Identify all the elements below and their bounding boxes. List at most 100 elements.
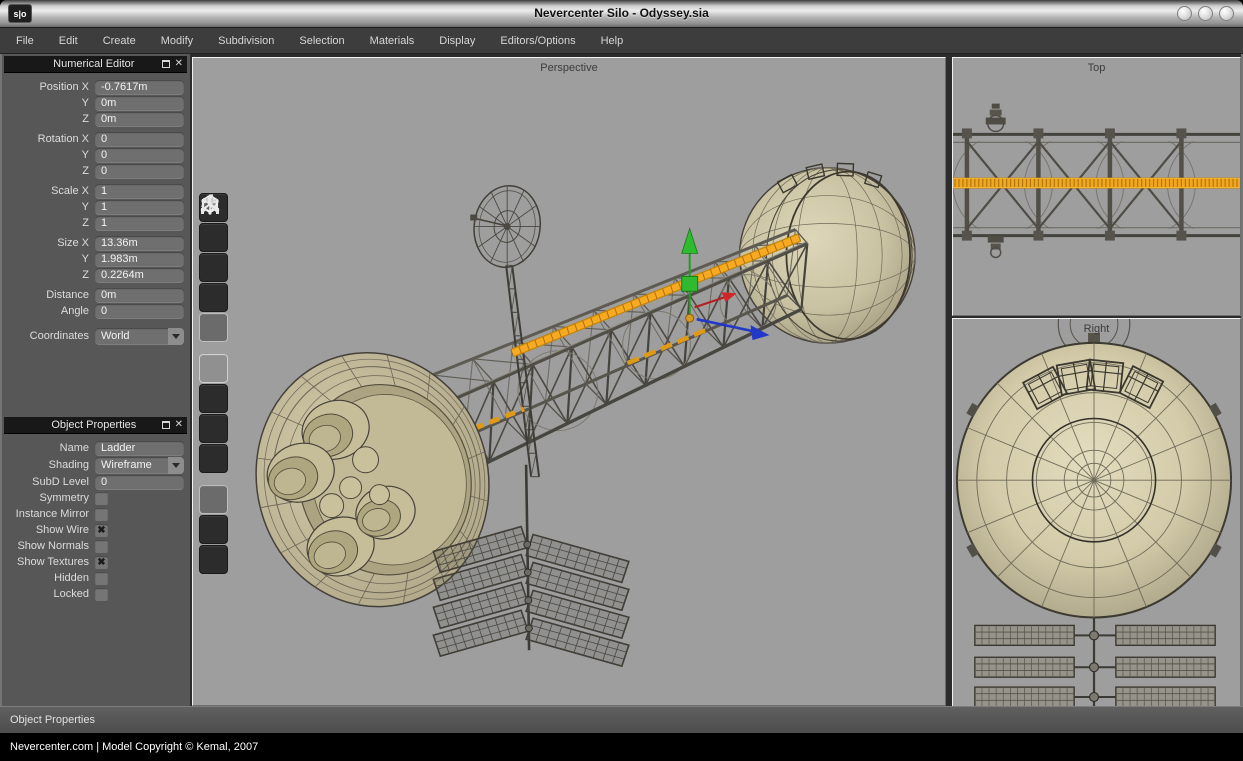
- window-button-3[interactable]: [1219, 6, 1234, 21]
- menu-selection[interactable]: Selection: [290, 28, 353, 54]
- viewport-label: Top: [953, 62, 1240, 74]
- status-bar: Object Properties: [0, 706, 1243, 733]
- field-label: Z: [4, 217, 89, 229]
- field-label: Y: [4, 201, 89, 213]
- panel-title: Numerical Editor: [26, 58, 162, 70]
- numerical-editor-header: Numerical Editor ✕: [4, 56, 187, 73]
- window-controls: [1177, 6, 1234, 21]
- field-label: Y: [4, 97, 89, 109]
- footer-text: Nevercenter.com | Model Copyright © Kema…: [10, 741, 258, 753]
- top-canvas[interactable]: [953, 58, 1240, 315]
- field-label: Instance Mirror: [4, 508, 89, 520]
- window-titlebar: s|o Nevercenter Silo - Odyssey.sia: [0, 0, 1243, 28]
- lasso-icon: [199, 193, 228, 586]
- rotation-x-field[interactable]: 0: [95, 132, 184, 147]
- field-label: Y: [4, 149, 89, 161]
- menu-help[interactable]: Help: [592, 28, 633, 54]
- field-label: Size X: [4, 237, 89, 249]
- position-z-field[interactable]: 0m: [95, 112, 184, 127]
- perspective-canvas[interactable]: [193, 58, 945, 705]
- top-viewport[interactable]: Top: [952, 57, 1241, 316]
- size-y-field[interactable]: 1.983m: [95, 252, 184, 267]
- left-panel-column: Numerical Editor ✕ Position X-0.7617m Y0…: [2, 54, 190, 706]
- position-x-field[interactable]: -0.7617m: [95, 80, 184, 95]
- distance-field[interactable]: 0m: [95, 288, 184, 303]
- field-label: Show Wire: [4, 524, 89, 536]
- panel-maximize-icon[interactable]: [162, 60, 170, 68]
- field-label: SubD Level: [4, 476, 89, 488]
- dropdown-button[interactable]: [168, 457, 184, 474]
- scale-y-field[interactable]: 1: [95, 200, 184, 215]
- show-textures-checkbox[interactable]: ✖: [95, 556, 108, 569]
- coordinates-dropdown[interactable]: World: [95, 328, 184, 345]
- right-canvas[interactable]: [953, 319, 1240, 706]
- show-normals-checkbox[interactable]: [95, 540, 108, 553]
- dish-antenna: [469, 181, 546, 476]
- window-button-2[interactable]: [1198, 6, 1213, 21]
- field-label: Angle: [4, 305, 89, 317]
- name-field[interactable]: Ladder: [95, 441, 184, 456]
- position-y-field[interactable]: 0m: [95, 96, 184, 111]
- field-label: Distance: [4, 289, 89, 301]
- perspective-viewport[interactable]: Perspective: [192, 57, 946, 706]
- menu-create[interactable]: Create: [94, 28, 145, 54]
- menu-bar: File Edit Create Modify Subdivision Sele…: [0, 28, 1243, 54]
- window-title: Nevercenter Silo - Odyssey.sia: [0, 6, 1243, 20]
- size-x-field[interactable]: 13.36m: [95, 236, 184, 251]
- field-label: Show Normals: [4, 540, 89, 552]
- scale-z-field[interactable]: 1: [95, 216, 184, 231]
- menu-editors-options[interactable]: Editors/Options: [491, 28, 584, 54]
- show-wire-checkbox[interactable]: ✖: [95, 524, 108, 537]
- locked-checkbox[interactable]: [95, 588, 108, 601]
- panel-close-icon[interactable]: ✕: [175, 59, 183, 69]
- menu-subdivision[interactable]: Subdivision: [209, 28, 283, 54]
- menu-file[interactable]: File: [7, 28, 43, 54]
- symmetry-checkbox[interactable]: [95, 492, 108, 505]
- field-label: Z: [4, 113, 89, 125]
- field-label: Show Textures: [4, 556, 89, 568]
- truss-bracing: [953, 128, 1240, 240]
- size-z-field[interactable]: 0.2264m: [95, 268, 184, 283]
- chevron-down-icon: [172, 334, 180, 339]
- field-label: Coordinates: [4, 330, 89, 342]
- viewport-label: Right: [953, 323, 1240, 335]
- menu-modify[interactable]: Modify: [152, 28, 202, 54]
- field-label: Hidden: [4, 572, 89, 584]
- lasso-select-button[interactable]: [199, 545, 228, 574]
- status-text: Object Properties: [10, 714, 95, 726]
- panel-title: Object Properties: [26, 419, 162, 431]
- viewport-label: Perspective: [193, 62, 945, 74]
- panel-maximize-icon[interactable]: [162, 421, 170, 429]
- right-viewport[interactable]: Right: [952, 318, 1241, 707]
- field-label: Shading: [4, 459, 89, 471]
- dropdown-button[interactable]: [168, 328, 184, 345]
- field-label: Symmetry: [4, 492, 89, 504]
- chevron-down-icon: [172, 463, 180, 468]
- rotation-y-field[interactable]: 0: [95, 148, 184, 163]
- field-label: Z: [4, 269, 89, 281]
- coordinates-value: World: [101, 330, 130, 342]
- menu-edit[interactable]: Edit: [50, 28, 87, 54]
- field-label: Rotation X: [4, 133, 89, 145]
- viewport-toolbar: [199, 193, 228, 586]
- field-label: Scale X: [4, 185, 89, 197]
- numerical-editor-panel: Numerical Editor ✕ Position X-0.7617m Y0…: [4, 56, 187, 349]
- object-properties-panel: Object Properties ✕ Name Ladder Shading W…: [4, 417, 187, 606]
- subd-level-field[interactable]: 0: [95, 475, 184, 490]
- angle-field[interactable]: 0: [95, 304, 184, 319]
- menu-materials[interactable]: Materials: [361, 28, 424, 54]
- footer-bar: Nevercenter.com | Model Copyright © Kema…: [0, 733, 1243, 761]
- rotation-z-field[interactable]: 0: [95, 164, 184, 179]
- menu-display[interactable]: Display: [430, 28, 484, 54]
- hidden-checkbox[interactable]: [95, 572, 108, 585]
- app-window: s|o Nevercenter Silo - Odyssey.sia File …: [0, 0, 1243, 761]
- object-properties-header: Object Properties ✕: [4, 417, 187, 434]
- scale-x-field[interactable]: 1: [95, 184, 184, 199]
- window-button-1[interactable]: [1177, 6, 1192, 21]
- instance-mirror-checkbox[interactable]: [95, 508, 108, 521]
- shading-dropdown[interactable]: Wireframe: [95, 457, 184, 474]
- field-label: Z: [4, 165, 89, 177]
- panel-close-icon[interactable]: ✕: [175, 420, 183, 430]
- shading-value: Wireframe: [101, 459, 152, 471]
- field-label: Name: [4, 442, 89, 454]
